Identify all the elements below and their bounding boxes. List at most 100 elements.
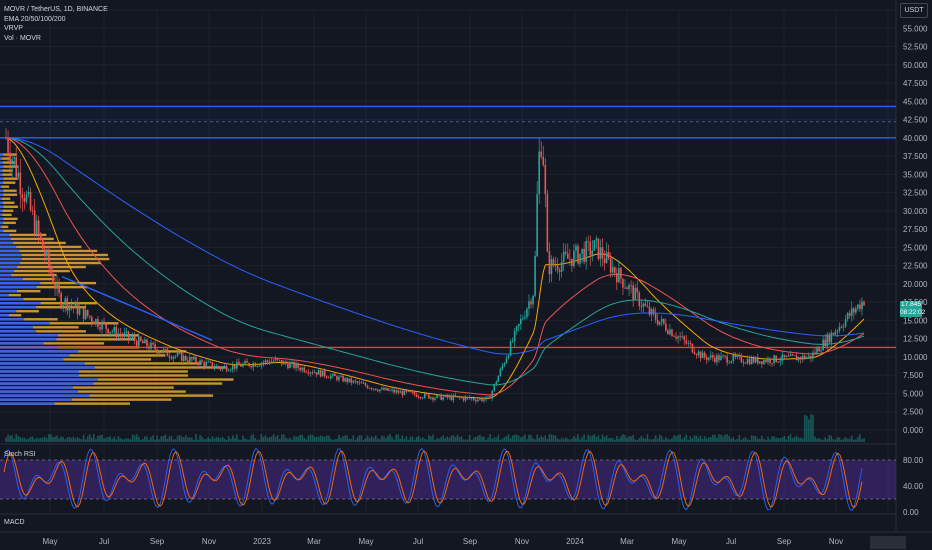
candle-body	[287, 363, 289, 369]
volume-bar	[111, 438, 114, 442]
candle-body	[127, 331, 130, 339]
candle-body	[111, 331, 114, 333]
stoch-rsi-label[interactable]: Stoch RSI	[4, 451, 36, 458]
volume-legend[interactable]: Vol · MOVR	[4, 34, 108, 44]
volume-bar	[50, 434, 52, 442]
volume-bar	[238, 439, 240, 442]
candle-body	[544, 164, 547, 195]
volume-bar	[152, 435, 154, 442]
volume-bar	[748, 439, 751, 442]
candle-body	[434, 397, 436, 400]
volume-bar	[622, 434, 624, 442]
candle-body	[566, 253, 569, 259]
candle-body	[701, 352, 704, 359]
candle-body	[276, 358, 279, 360]
candle-body	[522, 318, 524, 320]
candle-body	[29, 192, 32, 211]
volume-bar	[19, 437, 22, 442]
candle-body	[121, 334, 124, 337]
candle-body	[611, 267, 614, 273]
volume-bar	[280, 434, 283, 442]
vrvp-legend[interactable]: VRVP	[4, 24, 108, 34]
macd-label[interactable]: MACD	[4, 519, 25, 526]
candle-body	[17, 172, 20, 177]
candle-body	[597, 238, 600, 260]
candle-body	[342, 375, 344, 382]
volume-bar	[556, 438, 559, 442]
candle-body	[33, 210, 36, 234]
candle-body	[401, 391, 404, 396]
candle-body	[250, 366, 252, 368]
candle-body	[280, 360, 283, 365]
volume-bar	[522, 436, 524, 442]
volume-bar	[168, 436, 171, 442]
currency-button[interactable]: USDT	[900, 3, 928, 18]
time-axis[interactable]: May Jul Sep Nov 2023 Mar May Jul Sep Nov 2024 Mar Ma…	[42, 536, 906, 549]
profile-bar-value-area	[0, 241, 14, 245]
candle-body	[677, 336, 679, 339]
volume-bar	[358, 435, 361, 442]
volume-bar	[397, 434, 400, 442]
volume-bar	[769, 439, 771, 442]
volume-bar	[673, 435, 675, 442]
volume-bar	[154, 439, 156, 442]
volume-bar	[446, 436, 449, 442]
volume-bar	[342, 436, 344, 442]
candle-body	[393, 389, 395, 393]
volume-bar	[205, 438, 207, 442]
volume-bar	[109, 436, 111, 442]
candle-body	[99, 327, 101, 330]
candle-body	[444, 395, 447, 398]
volume-bar	[103, 438, 105, 442]
volume-bar	[207, 437, 210, 442]
volume-bar	[360, 435, 363, 442]
candle-body	[601, 247, 604, 259]
candle-body	[748, 359, 751, 365]
volume-bar	[217, 436, 220, 442]
time-tick-label: Sep	[463, 537, 478, 546]
candle-body	[599, 247, 602, 260]
volume-bar	[148, 439, 150, 442]
candle-body	[595, 238, 598, 241]
stoch-rsi-pane	[0, 447, 896, 511]
candle-body	[483, 399, 485, 401]
volume-bar	[599, 439, 602, 442]
candle-body	[291, 361, 293, 364]
candle-body	[180, 352, 183, 361]
volume-bar	[515, 434, 518, 442]
volume-bar	[344, 435, 346, 442]
candle-body	[432, 397, 434, 400]
candle-body	[389, 390, 391, 392]
symbol-title[interactable]: MOVR / TetherUS, 1D, BINANCE	[4, 5, 108, 15]
volume-bar	[140, 439, 142, 442]
volume-bar	[93, 434, 95, 442]
candle-body	[852, 308, 855, 313]
price-axis[interactable]: 57.50055.00052.50050.00047.50045.00042.5…	[903, 6, 928, 517]
candle-body	[266, 360, 269, 362]
candle-body	[426, 393, 428, 395]
volume-bar	[176, 435, 179, 442]
volume-bar	[133, 435, 136, 442]
volume-bar	[597, 435, 600, 442]
volume-bar	[293, 435, 295, 442]
candle-body	[716, 355, 718, 362]
profile-bar-value-area	[0, 265, 18, 269]
ema-legend[interactable]: EMA 20/50/100/200	[4, 15, 108, 25]
volume-bar	[859, 434, 861, 442]
volume-bar	[458, 437, 461, 442]
volume-bar	[795, 435, 798, 442]
volume-bar	[540, 435, 543, 442]
volume-bar	[701, 438, 704, 442]
trading-chart[interactable]: 57.50055.00052.50050.00047.50045.00042.5…	[0, 0, 932, 550]
volume-bar	[677, 435, 679, 442]
candle-body	[479, 398, 481, 400]
candle-body	[346, 378, 348, 382]
candle-body	[256, 365, 259, 367]
volume-bar	[656, 438, 659, 442]
volume-bar	[581, 436, 583, 442]
volume-bar	[229, 438, 232, 442]
volume-bar	[123, 439, 126, 442]
volume-bar	[797, 437, 800, 442]
volume-bar	[174, 439, 177, 442]
volume-bar	[663, 439, 665, 442]
